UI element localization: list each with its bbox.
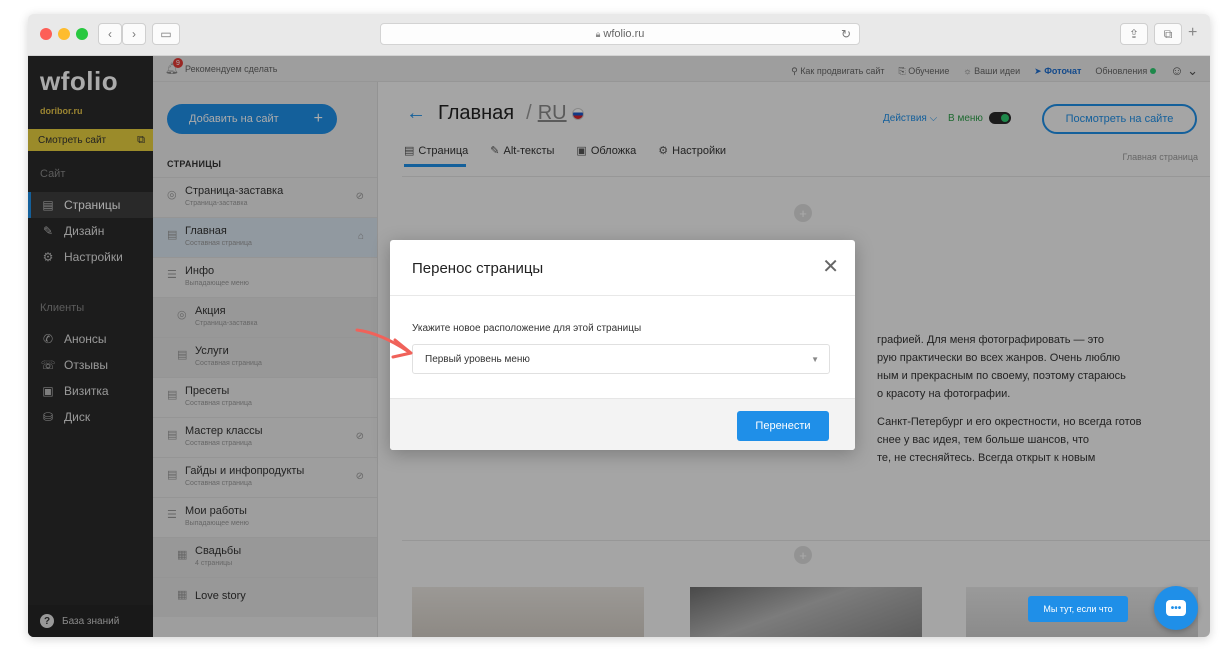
chat-tooltip[interactable]: Мы тут, если что <box>1028 596 1128 622</box>
tabs-icon[interactable]: ⧉ <box>1154 23 1182 45</box>
lock-icon: 🔒︎ <box>595 28 601 39</box>
chevron-down-icon: ▼ <box>811 354 819 364</box>
browser-toolbar: ‹ › ▭ 🔒︎ wfolio.ru ↻ ⇪ ⧉ + <box>28 14 1210 56</box>
dialog-footer: Перенести <box>390 398 855 450</box>
divider <box>390 295 855 296</box>
move-button[interactable]: Перенести <box>737 411 829 441</box>
chat-button[interactable]: ••• <box>1154 586 1198 630</box>
url-text: wfolio.ru <box>603 28 645 40</box>
sidebar-toggle-icon[interactable]: ▭ <box>152 23 180 45</box>
share-icon[interactable]: ⇪ <box>1120 23 1148 45</box>
pointer-arrow-icon <box>355 328 413 359</box>
reload-icon[interactable]: ↻ <box>841 27 851 41</box>
maximize-window-dot[interactable] <box>76 28 88 40</box>
address-bar[interactable]: 🔒︎ wfolio.ru ↻ <box>380 23 860 45</box>
new-tab-icon[interactable]: + <box>1188 24 1197 42</box>
dialog-title: Перенос страницы <box>412 260 544 277</box>
minimize-window-dot[interactable] <box>58 28 70 40</box>
selected-value: Первый уровень меню <box>425 353 530 365</box>
app: wfolio doribor.ru Смотреть сайт ⧉ Сайт ▤… <box>28 56 1210 637</box>
move-page-dialog: Перенос страницы ✕ Укажите новое располо… <box>390 240 855 450</box>
close-window-dot[interactable] <box>40 28 52 40</box>
back-icon[interactable]: ‹ <box>98 23 122 45</box>
forward-icon[interactable]: › <box>122 23 146 45</box>
close-icon[interactable]: ✕ <box>822 254 839 279</box>
chat-icon: ••• <box>1166 600 1186 616</box>
browser-window: ‹ › ▭ 🔒︎ wfolio.ru ↻ ⇪ ⧉ + wfolio doribo… <box>28 14 1210 637</box>
location-label: Укажите новое расположение для этой стра… <box>412 323 642 334</box>
location-select[interactable]: Первый уровень меню ▼ <box>412 344 830 374</box>
